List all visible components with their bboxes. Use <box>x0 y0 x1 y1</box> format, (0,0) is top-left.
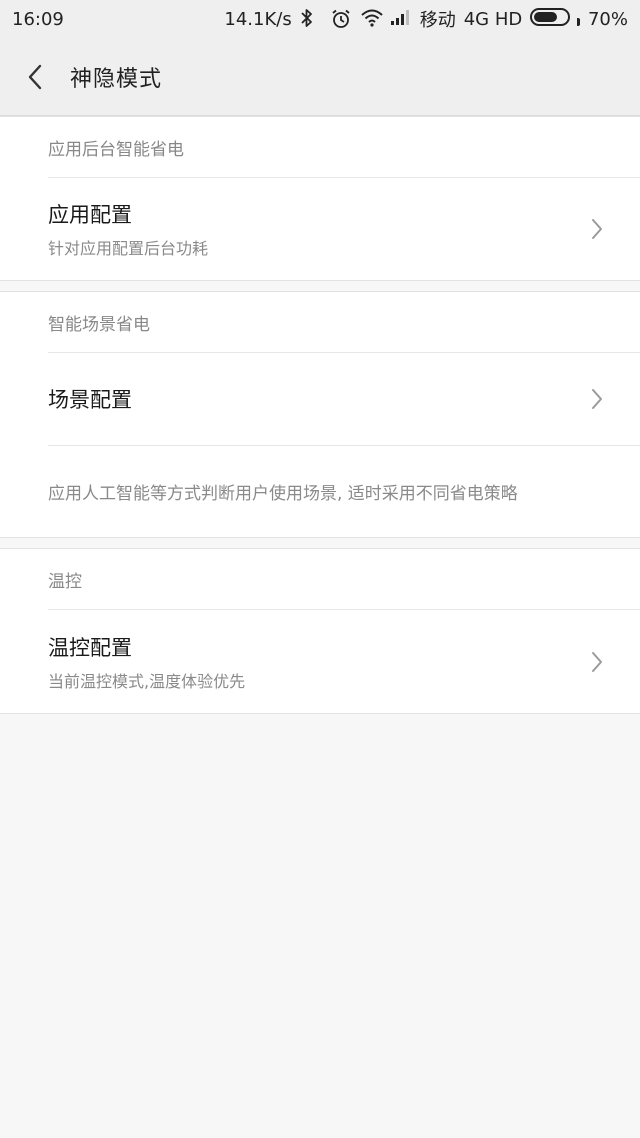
chevron-left-icon <box>28 64 42 89</box>
thermal-config-row[interactable]: 温控配置 当前温控模式,温度体验优先 <box>48 609 640 713</box>
net-speed: 14.1K/s <box>224 8 292 30</box>
row-subtitle: 针对应用配置后台功耗 <box>48 239 209 258</box>
chevron-right-icon <box>572 178 622 280</box>
signal-icon <box>390 8 412 30</box>
title-bar: 神隐模式 <box>0 38 640 116</box>
chevron-right-icon <box>572 353 622 445</box>
page-title: 神隐模式 <box>70 66 163 92</box>
scene-note: 应用人工智能等方式判断用户使用场景, 适时采用不同省电策略 <box>48 445 640 537</box>
app-config-row[interactable]: 应用配置 针对应用配置后台功耗 <box>48 177 640 280</box>
row-title: 应用配置 <box>48 203 132 227</box>
section-app-power: 应用后台智能省电 应用配置 针对应用配置后台功耗 <box>0 116 640 281</box>
status-time: 16:09 <box>12 8 64 30</box>
chevron-right-icon <box>572 610 622 713</box>
section-header: 应用后台智能省电 <box>48 139 184 160</box>
row-title: 场景配置 <box>48 388 132 412</box>
section-header: 智能场景省电 <box>48 314 150 335</box>
row-title: 温控配置 <box>48 635 132 660</box>
section-scene-power: 智能场景省电 场景配置 应用人工智能等方式判断用户使用场景, 适时采用不同省电策… <box>0 291 640 538</box>
network-type: 4G HD <box>463 8 523 30</box>
bluetooth-icon <box>300 8 322 30</box>
section-header: 温控 <box>48 571 82 592</box>
back-button[interactable] <box>0 38 70 116</box>
battery-icon <box>530 7 580 31</box>
alarm-icon <box>330 8 352 30</box>
wifi-icon <box>360 8 383 30</box>
row-subtitle: 当前温控模式,温度体验优先 <box>48 671 246 691</box>
screen: 16:09 14.1K/s 移动 4G HD 70% 神隐模式 应用后台智能省电… <box>0 0 640 1138</box>
scene-config-row[interactable]: 场景配置 <box>48 352 640 445</box>
status-bar: 16:09 14.1K/s 移动 4G HD 70% <box>0 0 640 38</box>
carrier-name: 移动 <box>419 10 456 31</box>
section-thermal: 温控 温控配置 当前温控模式,温度体验优先 <box>0 548 640 714</box>
battery-percent: 70% <box>587 8 628 30</box>
